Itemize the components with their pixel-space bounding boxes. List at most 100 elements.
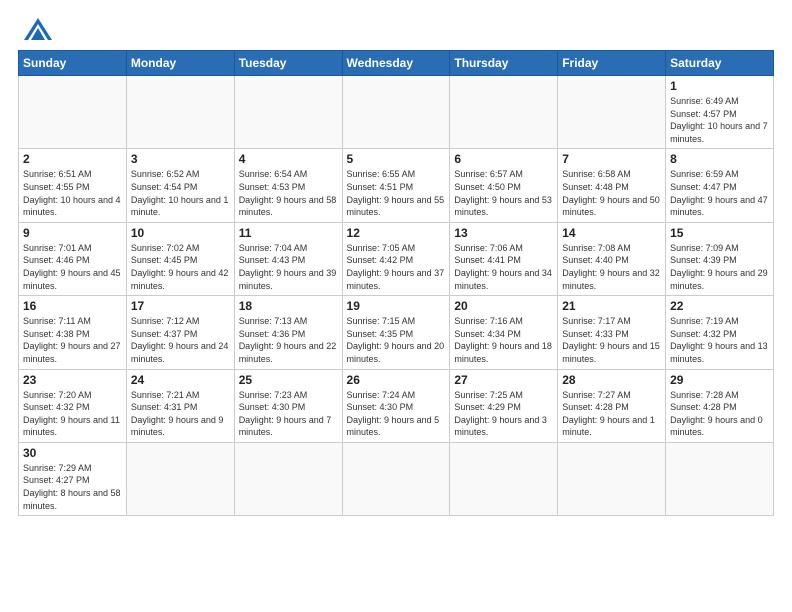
- calendar-cell: [558, 76, 666, 149]
- calendar-cell: 5 Sunrise: 6:55 AM Sunset: 4:51 PM Daylig…: [342, 149, 450, 222]
- calendar-cell: 22 Sunrise: 7:19 AM Sunset: 4:32 PM Dayli…: [666, 296, 774, 369]
- calendar-cell: 29Sunrise: 7:28 AM Sunset: 4:28 PM Dayli…: [666, 369, 774, 442]
- day-number: 6: [454, 152, 553, 166]
- calendar-cell: 13Sunrise: 7:06 AM Sunset: 4:41 PM Dayli…: [450, 222, 558, 295]
- calendar-cell: 30Sunrise: 7:29 AM Sunset: 4:27 PM Dayli…: [19, 442, 127, 515]
- weekday-header-tuesday: Tuesday: [234, 51, 342, 76]
- day-info: Sunrise: 7:09 AM Sunset: 4:39 PM Dayligh…: [670, 242, 769, 292]
- day-info: Sunrise: 7:27 AM Sunset: 4:28 PM Dayligh…: [562, 389, 661, 439]
- day-info: Sunrise: 6:51 AM Sunset: 4:55 PM Dayligh…: [23, 168, 122, 218]
- calendar-cell: 24 Sunrise: 7:21 AM Sunset: 4:31 PM Dayli…: [126, 369, 234, 442]
- calendar-cell: [342, 442, 450, 515]
- day-number: 22: [670, 299, 769, 313]
- calendar-cell: 26 Sunrise: 7:24 AM Sunset: 4:30 PM Dayli…: [342, 369, 450, 442]
- weekday-header-monday: Monday: [126, 51, 234, 76]
- day-number: 2: [23, 152, 122, 166]
- day-number: 7: [562, 152, 661, 166]
- day-info: Sunrise: 7:23 AM Sunset: 4:30 PM Dayligh…: [239, 389, 338, 439]
- day-number: 25: [239, 373, 338, 387]
- day-info: Sunrise: 7:17 AM Sunset: 4:33 PM Dayligh…: [562, 315, 661, 365]
- calendar-cell: 3Sunrise: 6:52 AM Sunset: 4:54 PM Daylig…: [126, 149, 234, 222]
- calendar-cell: [19, 76, 127, 149]
- calendar-cell: [126, 76, 234, 149]
- day-info: Sunrise: 7:25 AM Sunset: 4:29 PM Dayligh…: [454, 389, 553, 439]
- day-number: 20: [454, 299, 553, 313]
- day-number: 1: [670, 79, 769, 93]
- day-number: 27: [454, 373, 553, 387]
- calendar-cell: 17 Sunrise: 7:12 AM Sunset: 4:37 PM Dayli…: [126, 296, 234, 369]
- day-info: Sunrise: 6:59 AM Sunset: 4:47 PM Dayligh…: [670, 168, 769, 218]
- day-info: Sunrise: 6:55 AM Sunset: 4:51 PM Dayligh…: [347, 168, 446, 218]
- header: [18, 18, 774, 40]
- calendar-cell: [558, 442, 666, 515]
- day-number: 26: [347, 373, 446, 387]
- calendar-cell: 1Sunrise: 6:49 AM Sunset: 4:57 PM Daylig…: [666, 76, 774, 149]
- weekday-header-sunday: Sunday: [19, 51, 127, 76]
- calendar-cell: [126, 442, 234, 515]
- day-number: 12: [347, 226, 446, 240]
- day-number: 16: [23, 299, 122, 313]
- day-info: Sunrise: 6:57 AM Sunset: 4:50 PM Dayligh…: [454, 168, 553, 218]
- day-info: Sunrise: 7:19 AM Sunset: 4:32 PM Dayligh…: [670, 315, 769, 365]
- day-number: 28: [562, 373, 661, 387]
- page: SundayMondayTuesdayWednesdayThursdayFrid…: [0, 0, 792, 612]
- day-info: Sunrise: 7:13 AM Sunset: 4:36 PM Dayligh…: [239, 315, 338, 365]
- day-number: 14: [562, 226, 661, 240]
- day-info: Sunrise: 7:16 AM Sunset: 4:34 PM Dayligh…: [454, 315, 553, 365]
- day-info: Sunrise: 7:15 AM Sunset: 4:35 PM Dayligh…: [347, 315, 446, 365]
- day-info: Sunrise: 6:54 AM Sunset: 4:53 PM Dayligh…: [239, 168, 338, 218]
- calendar-cell: 12 Sunrise: 7:05 AM Sunset: 4:42 PM Dayli…: [342, 222, 450, 295]
- calendar-week-6: 30Sunrise: 7:29 AM Sunset: 4:27 PM Dayli…: [19, 442, 774, 515]
- day-number: 9: [23, 226, 122, 240]
- day-info: Sunrise: 7:21 AM Sunset: 4:31 PM Dayligh…: [131, 389, 230, 439]
- day-number: 30: [23, 446, 122, 460]
- calendar-cell: 18 Sunrise: 7:13 AM Sunset: 4:36 PM Dayli…: [234, 296, 342, 369]
- calendar-cell: 28 Sunrise: 7:27 AM Sunset: 4:28 PM Dayli…: [558, 369, 666, 442]
- day-info: Sunrise: 7:04 AM Sunset: 4:43 PM Dayligh…: [239, 242, 338, 292]
- day-info: Sunrise: 7:12 AM Sunset: 4:37 PM Dayligh…: [131, 315, 230, 365]
- calendar-cell: [450, 442, 558, 515]
- calendar-cell: [234, 76, 342, 149]
- calendar-cell: 21 Sunrise: 7:17 AM Sunset: 4:33 PM Dayli…: [558, 296, 666, 369]
- day-number: 15: [670, 226, 769, 240]
- day-number: 18: [239, 299, 338, 313]
- day-number: 17: [131, 299, 230, 313]
- day-number: 29: [670, 373, 769, 387]
- calendar-cell: 6 Sunrise: 6:57 AM Sunset: 4:50 PM Daylig…: [450, 149, 558, 222]
- day-info: Sunrise: 7:01 AM Sunset: 4:46 PM Dayligh…: [23, 242, 122, 292]
- calendar-week-5: 23Sunrise: 7:20 AM Sunset: 4:32 PM Dayli…: [19, 369, 774, 442]
- weekday-header-thursday: Thursday: [450, 51, 558, 76]
- day-number: 5: [347, 152, 446, 166]
- calendar-cell: 27 Sunrise: 7:25 AM Sunset: 4:29 PM Dayli…: [450, 369, 558, 442]
- calendar-cell: 7 Sunrise: 6:58 AM Sunset: 4:48 PM Daylig…: [558, 149, 666, 222]
- day-info: Sunrise: 7:11 AM Sunset: 4:38 PM Dayligh…: [23, 315, 122, 365]
- calendar-cell: 2 Sunrise: 6:51 AM Sunset: 4:55 PM Daylig…: [19, 149, 127, 222]
- calendar-cell: 10Sunrise: 7:02 AM Sunset: 4:45 PM Dayli…: [126, 222, 234, 295]
- calendar-week-4: 16 Sunrise: 7:11 AM Sunset: 4:38 PM Dayli…: [19, 296, 774, 369]
- calendar-header-row: SundayMondayTuesdayWednesdayThursdayFrid…: [19, 51, 774, 76]
- calendar-cell: [342, 76, 450, 149]
- weekday-header-friday: Friday: [558, 51, 666, 76]
- calendar: SundayMondayTuesdayWednesdayThursdayFrid…: [18, 50, 774, 516]
- logo: [18, 18, 54, 40]
- weekday-header-saturday: Saturday: [666, 51, 774, 76]
- day-info: Sunrise: 7:24 AM Sunset: 4:30 PM Dayligh…: [347, 389, 446, 439]
- day-info: Sunrise: 7:05 AM Sunset: 4:42 PM Dayligh…: [347, 242, 446, 292]
- day-number: 24: [131, 373, 230, 387]
- day-number: 8: [670, 152, 769, 166]
- calendar-cell: 23Sunrise: 7:20 AM Sunset: 4:32 PM Dayli…: [19, 369, 127, 442]
- calendar-cell: 20 Sunrise: 7:16 AM Sunset: 4:34 PM Dayli…: [450, 296, 558, 369]
- day-number: 10: [131, 226, 230, 240]
- day-number: 11: [239, 226, 338, 240]
- calendar-cell: [450, 76, 558, 149]
- calendar-cell: 8 Sunrise: 6:59 AM Sunset: 4:47 PM Daylig…: [666, 149, 774, 222]
- calendar-week-2: 2 Sunrise: 6:51 AM Sunset: 4:55 PM Daylig…: [19, 149, 774, 222]
- day-number: 21: [562, 299, 661, 313]
- day-number: 23: [23, 373, 122, 387]
- day-number: 19: [347, 299, 446, 313]
- calendar-cell: 14 Sunrise: 7:08 AM Sunset: 4:40 PM Dayli…: [558, 222, 666, 295]
- day-info: Sunrise: 6:58 AM Sunset: 4:48 PM Dayligh…: [562, 168, 661, 218]
- calendar-cell: 19 Sunrise: 7:15 AM Sunset: 4:35 PM Dayli…: [342, 296, 450, 369]
- day-info: Sunrise: 7:08 AM Sunset: 4:40 PM Dayligh…: [562, 242, 661, 292]
- calendar-cell: 11 Sunrise: 7:04 AM Sunset: 4:43 PM Dayli…: [234, 222, 342, 295]
